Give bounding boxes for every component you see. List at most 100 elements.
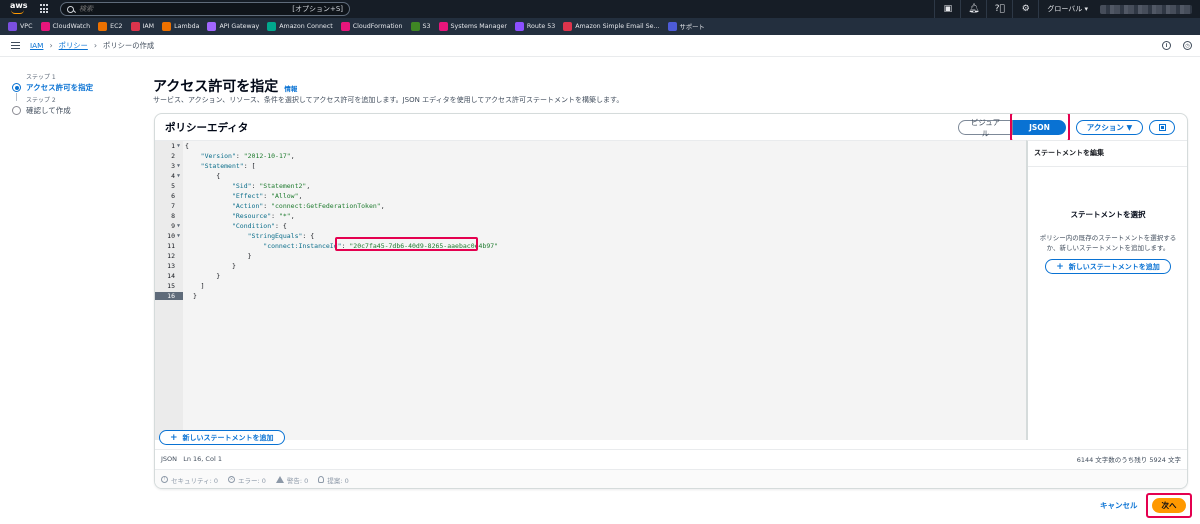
step2-label: ステップ 2 (26, 97, 56, 104)
policy-editor: ポリシーエディタ ビジュアル JSON アクション ▼ 1 ▼{2 "Versio… (154, 113, 1188, 489)
breadcrumb-bar: IAM › ポリシー › ポリシーの作成 i ◷ (0, 35, 1200, 57)
code-text: "Sid": "Statement2", (231, 182, 311, 190)
line-number: 9 (171, 222, 175, 230)
top-navigation-bar: aws [オプション+S] ▣ 🔔︎ ?⃝ ⚙ グローバル ▾ (0, 0, 1200, 18)
account-menu[interactable] (1100, 4, 1192, 14)
code-line: 15 ] (155, 281, 1026, 291)
code-text: "Resource": "*", (231, 212, 295, 220)
fullscreen-toggle-button[interactable] (1149, 120, 1175, 135)
code-text: "Action": "connect:GetFederationToken", (231, 202, 385, 210)
code-line: 9 ▼ "Condition": { (155, 221, 1026, 231)
favorite-item[interactable]: EC2 (98, 22, 123, 31)
breadcrumb: IAM › ポリシー › ポリシーの作成 (30, 41, 154, 51)
code-line: 16} (155, 291, 1026, 301)
favorite-item[interactable]: Route 53 (514, 22, 555, 31)
favorite-item[interactable]: Systems Manager (438, 22, 507, 31)
code-line: 13 } (155, 261, 1026, 271)
favorite-item[interactable]: VPC (8, 22, 33, 31)
code-text: } (185, 262, 236, 270)
aws-logo[interactable]: aws (8, 0, 32, 18)
help-icon[interactable]: ?⃝ (986, 0, 1012, 18)
favorite-label: S3 (422, 23, 431, 30)
service-icon (8, 22, 17, 31)
service-icon (410, 22, 420, 31)
suggestion-count: 提案: 0 (327, 476, 349, 485)
line-number: 14 (167, 272, 175, 280)
suggestion-diagnostic[interactable]: 提案: 0 (318, 475, 349, 485)
hamburger-menu-icon[interactable] (11, 42, 20, 49)
aws-logo-text: aws (10, 1, 28, 10)
breadcrumb-current: ポリシーの作成 (103, 40, 155, 50)
cloudshell-icon[interactable]: ▣ (934, 0, 960, 18)
service-icon (514, 22, 524, 31)
line-number: 1 (171, 142, 175, 150)
step-active-icon (12, 83, 21, 92)
warning-diagnostic[interactable]: 警告: 0 (275, 475, 308, 485)
cancel-button[interactable]: キャンセル (1100, 500, 1138, 511)
region-selector[interactable]: グローバル ▾ (1038, 0, 1096, 18)
service-icon (98, 22, 108, 31)
favorite-item[interactable]: CloudWatch (40, 22, 90, 31)
diagnostics-bar: ! セキュリティ: 0 × エラー: 0 警告: 0 提案: 0 (155, 469, 1187, 488)
code-text: "Statement": [ (200, 162, 256, 170)
info-panel-icon[interactable]: i (1162, 41, 1171, 50)
fold-arrow-icon[interactable]: ▼ (175, 223, 183, 229)
line-number: 7 (171, 202, 175, 210)
fold-arrow-icon[interactable]: ▼ (175, 163, 183, 169)
search-input[interactable] (79, 5, 293, 13)
code-text: "Condition": { (231, 222, 287, 230)
page-description: サービス、アクション、リソース、条件を選択してアクセス許可を追加します。JSON… (153, 96, 624, 104)
step2-title: 確認して作成 (26, 106, 71, 115)
error-icon: × (228, 476, 236, 483)
favorite-label: IAM (142, 23, 155, 30)
chevron-right-icon: › (93, 41, 98, 50)
line-number: 6 (171, 192, 175, 200)
favorite-item[interactable]: Amazon Connect (267, 22, 333, 31)
editor-status-bar: JSON Ln 16, Col 1 6144 文字数のうち残り 5924 文字 (155, 449, 1187, 467)
favorite-item[interactable]: CloudFormation (340, 22, 403, 31)
favorite-label: Systems Manager (450, 23, 507, 30)
highlight-box-json (1010, 114, 1070, 142)
breadcrumb-policies[interactable]: ポリシー (59, 41, 88, 51)
favorite-label: Amazon Simple Email Se... (575, 23, 660, 30)
code-text: "StringEquals": { (247, 232, 315, 240)
fold-arrow-icon[interactable]: ▼ (175, 233, 183, 239)
fold-arrow-icon[interactable]: ▼ (175, 143, 183, 149)
error-diagnostic[interactable]: × エラー: 0 (228, 475, 266, 485)
info-link[interactable]: 情報 (284, 83, 297, 93)
side-add-statement-button[interactable]: + 新しいステートメントを追加 (1045, 259, 1171, 274)
security-diagnostic[interactable]: ! セキュリティ: 0 (161, 475, 218, 485)
add-statement-label: 新しいステートメントを追加 (182, 433, 274, 442)
step1-title[interactable]: アクセス許可を指定 (26, 82, 93, 93)
favorite-item[interactable]: S3 (410, 22, 431, 31)
step-inactive-icon (12, 106, 21, 115)
actions-dropdown-button[interactable]: アクション ▼ (1076, 120, 1143, 135)
services-grid-icon[interactable] (40, 4, 50, 14)
json-code-editor[interactable]: 1 ▼{2 "Version": "2012-10-17", 3 ▼ "Stateme… (155, 140, 1026, 440)
notifications-bell-icon[interactable]: 🔔︎ (960, 0, 986, 18)
code-line: 14 } (155, 271, 1026, 281)
settings-gear-icon[interactable]: ⚙ (1012, 0, 1038, 18)
code-text: ] (185, 282, 205, 290)
chevron-right-icon: › (49, 41, 53, 50)
favorite-item[interactable]: Amazon Simple Email Se... (563, 22, 660, 31)
lightbulb-icon (318, 476, 325, 483)
fold-arrow-icon[interactable]: ▼ (175, 173, 183, 179)
statement-edit-panel: ステートメントを編集 ステートメントを選択 ポリシー内の既存のステートメントを選… (1026, 140, 1187, 440)
visual-mode-button[interactable]: ビジュアル (958, 118, 1013, 138)
line-number: 8 (171, 212, 175, 220)
favorite-item[interactable]: IAM (130, 22, 155, 31)
favorite-item[interactable]: サポート (667, 22, 705, 31)
code-line: 2 "Version": "2012-10-17", (155, 151, 1026, 161)
plus-icon: + (170, 432, 178, 443)
breadcrumb-iam[interactable]: IAM (30, 41, 43, 50)
editor-title: ポリシーエディタ (165, 121, 249, 134)
side-panel-description: ポリシー内の既存のステートメントを選択するか、新しいステートメントを追加します。 (1039, 234, 1177, 252)
code-line: 5 "Sid": "Statement2", (155, 181, 1026, 191)
favorite-item[interactable]: API Gateway (207, 22, 259, 31)
favorite-item[interactable]: Lambda (162, 22, 199, 31)
feedback-icon[interactable]: ◷ (1183, 41, 1192, 50)
service-icon (267, 22, 277, 31)
add-statement-button[interactable]: + 新しいステートメントを追加 (159, 430, 285, 445)
global-search[interactable]: [オプション+S] (60, 2, 350, 16)
